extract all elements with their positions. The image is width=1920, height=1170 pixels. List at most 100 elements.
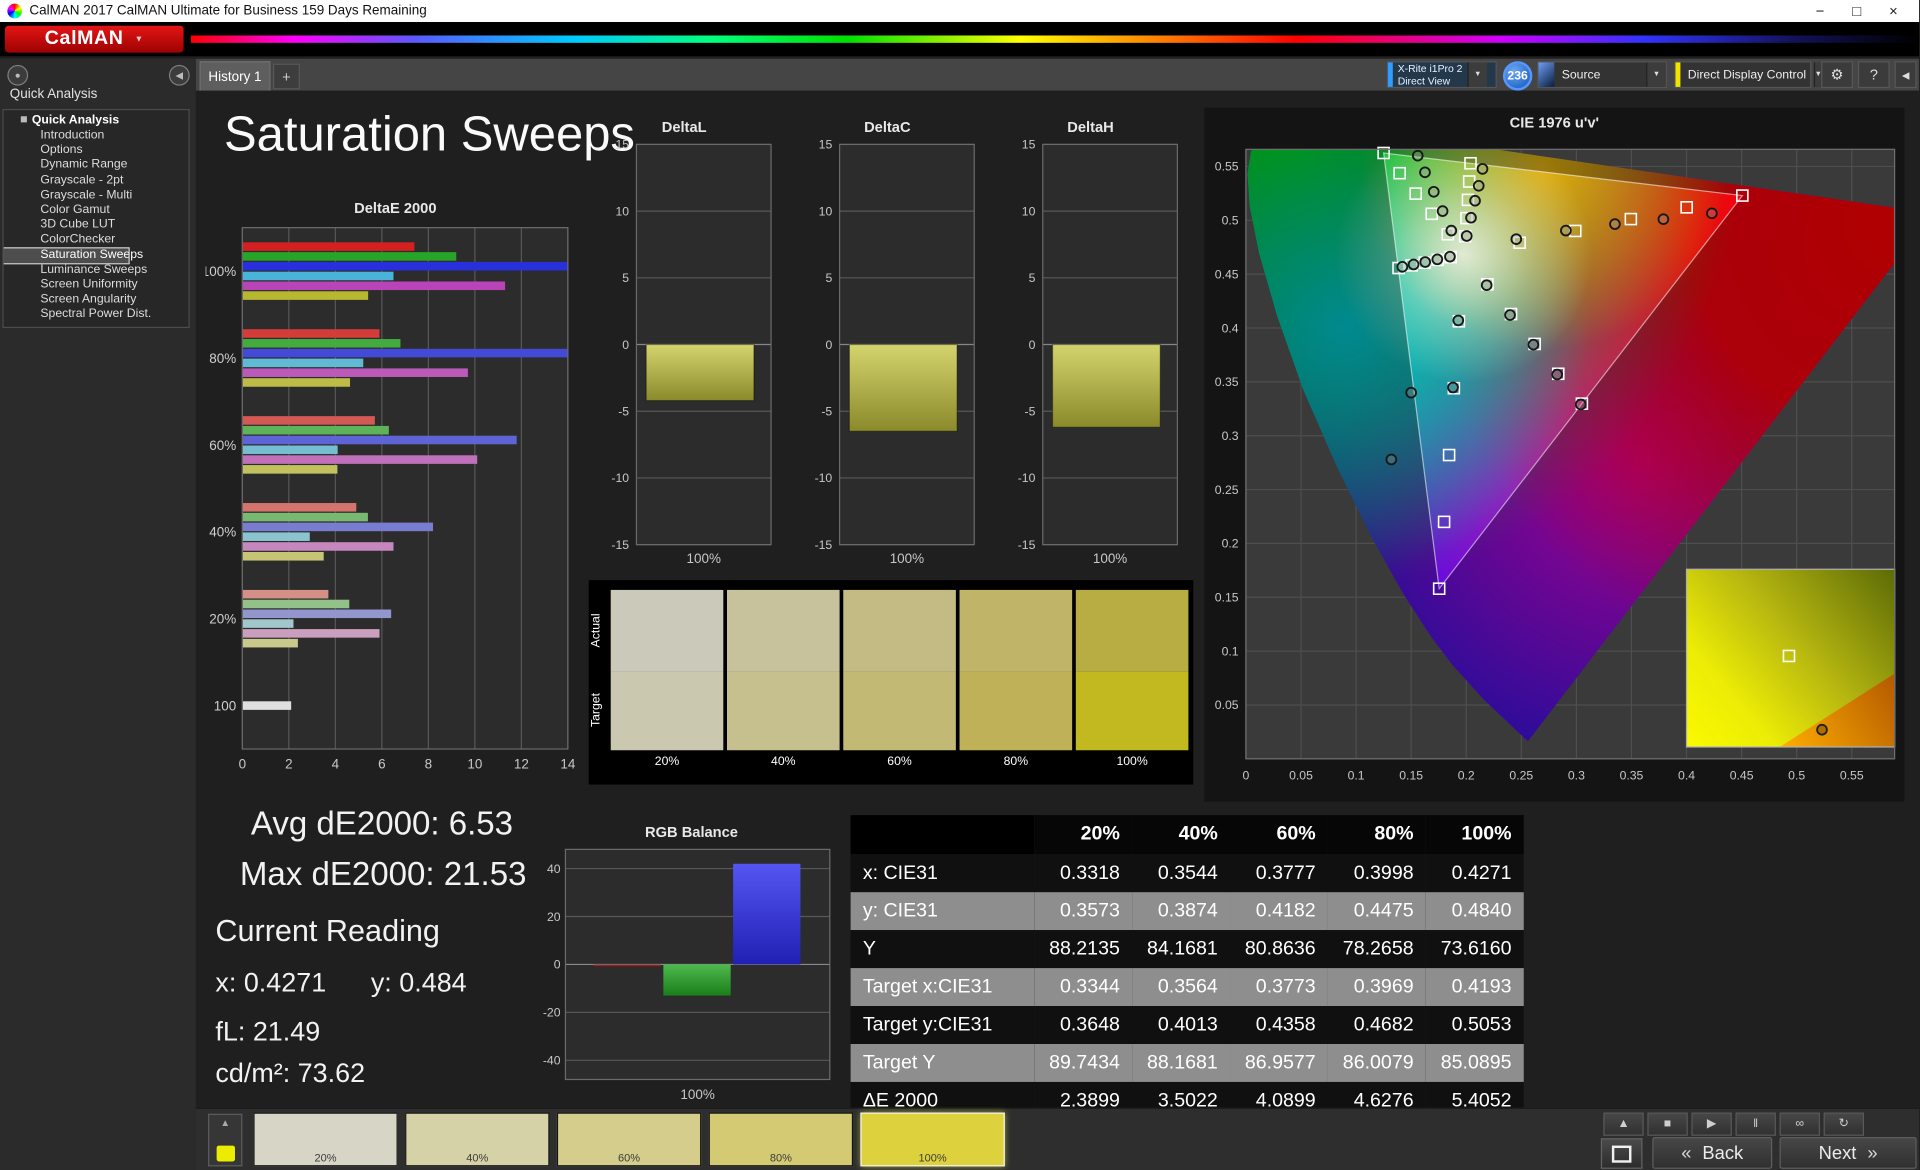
tab-history-1[interactable]: History 1 [199,61,271,91]
svg-text:40: 40 [547,862,561,876]
saturation-level-button-100[interactable]: 100% [860,1112,1005,1167]
eject-icon: ▲ [220,1117,231,1129]
measured-marker [1480,279,1493,291]
table-row-target-y: Target Y 89.7434 88.1681 86.9577 86.0079 85.0… [850,1043,1524,1082]
compare-swatch-100 [1075,589,1189,751]
chart-deltac: DeltaC 15 10 5 0 -5 -10 -15 100% [796,115,980,575]
measured-marker [1447,381,1459,394]
table-cell: 0.4682 [1353,1014,1414,1035]
saturation-level-button-80[interactable]: 80% [708,1112,854,1167]
pattern-window-button[interactable]: ▲ [208,1113,243,1167]
svg-text:40%: 40% [209,525,236,540]
eject-button[interactable]: ▲ [1603,1112,1644,1136]
sidebar-item-screen-uniformity[interactable]: Screen Uniformity [4,278,189,293]
refresh-button[interactable]: ↻ [1823,1112,1864,1136]
tab-bar: History 1 + X-Rite i1Pro 2 Direct View ▼… [195,58,1920,91]
table-cell: 0.4182 [1255,900,1316,921]
meter-line2: Direct View [1397,74,1451,87]
tree-root[interactable]: Quick Analysis [4,114,189,129]
sidebar-item-options[interactable]: Options [4,143,189,158]
panel-collapse-button[interactable]: ◀ [1894,61,1917,89]
window-titlebar: CalMAN 2017 CalMAN Ultimate for Business… [0,0,1920,23]
measured-marker [1396,260,1409,273]
table-cell: 0.4013 [1157,1014,1218,1035]
sidebar-item-grayscale-2pt[interactable]: Grayscale - 2pt [4,173,189,188]
play-button[interactable]: ▶ [1691,1112,1732,1136]
swatch-label: 40% [771,755,796,769]
table-row-y-cie31: y: CIE31 0.3573 0.3874 0.4182 0.4475 0.4840 [850,892,1524,931]
calman-app: CalMAN 2017 CalMAN Ultimate for Business… [0,0,1920,1170]
measured-marker [1419,166,1431,179]
sidebar-item-grayscale-multi[interactable]: Grayscale - Multi [4,188,189,203]
table-cell: 0.3998 [1353,862,1414,884]
table-row-x-cie31: x: CIE31 0.3318 0.3544 0.3777 0.3998 0.4271 [850,854,1524,893]
measured-marker [1411,149,1424,162]
compare-swatch-20 [610,589,724,751]
svg-text:10: 10 [615,204,629,218]
sidebar-item-introduction[interactable]: Introduction [4,129,189,144]
svg-text:60%: 60% [209,438,236,453]
workflow-menu-button[interactable]: ● [7,64,29,86]
next-button[interactable]: Next » [1779,1137,1917,1169]
svg-text:0.55: 0.55 [1215,160,1239,174]
sidebar-item-color-gamut[interactable]: Color Gamut [4,203,189,218]
sidebar-item-luminance-sweeps[interactable]: Luminance Sweeps [4,263,189,278]
sidebar-item-3d-cube-lut[interactable]: 3D Cube LUT [4,218,189,233]
next-chevron-icon: » [1867,1142,1878,1164]
chart-svg: CIE 1976 u'v' 0 0.05 0.1 0.15 0.2 0.25 0.3 0.35 0… [1215,115,1896,783]
measured-marker [1445,224,1458,237]
table-cell: 86.9577 [1244,1051,1316,1073]
saturation-level-button-40[interactable]: 40% [405,1112,550,1167]
measured-marker [1436,205,1449,217]
loop-button[interactable]: ∞ [1779,1112,1820,1136]
table-row-target-y-cie31: Target y:CIE31 0.3648 0.4013 0.4358 0.4682 0.… [850,1006,1524,1044]
cie-zoom-inset [1685,568,1896,748]
saturation-level-button-60[interactable]: 60% [556,1112,702,1167]
sidebar-item-saturation-sweeps[interactable]: Saturation Sweeps [3,246,143,265]
back-button[interactable]: « Back [1652,1137,1773,1169]
stop-button[interactable]: ■ [1647,1112,1688,1136]
settings-button[interactable]: ⚙ [1821,61,1853,89]
column-header-20: 20% [1034,815,1133,855]
saturation-level-button-20[interactable]: 20% [253,1112,398,1167]
svg-text:80%: 80% [209,351,236,366]
single-measure-button[interactable] [1600,1138,1643,1169]
chevron-down-icon: ▼ [134,34,144,44]
svg-text:-10: -10 [815,471,833,485]
bar-blue-80 [242,348,568,358]
display-control-selector[interactable]: Direct Display Control ▼ [1674,61,1822,89]
table-cell: 0.3564 [1157,976,1218,997]
app-header: CalMAN ▼ [0,22,1920,57]
column-header-60: 60% [1230,815,1328,855]
maximize-button[interactable]: □ [1838,0,1875,22]
chevron-down-icon[interactable]: ▼ [1646,62,1666,87]
source-selector[interactable]: Source ▼ [1537,61,1667,89]
sidebar-item-dynamic-range[interactable]: Dynamic Range [4,158,189,173]
bar-yellow-80 [242,378,351,387]
measured-marker [1527,338,1540,351]
chart-svg: DeltaL 15 10 5 0 -5 -10 -15 100% [611,120,772,566]
table-cell: 86.0079 [1342,1051,1414,1073]
sidebar-collapse-button[interactable]: ◀ [168,64,190,86]
measured-marker [1431,253,1444,266]
swatch-button-label: 20% [314,1151,337,1164]
help-button[interactable]: ? [1857,61,1890,89]
svg-text:5: 5 [825,271,832,285]
svg-text:6: 6 [378,757,385,772]
sidebar-item-colorchecker[interactable]: ColorChecker [4,233,189,248]
calman-logo-menu[interactable]: CalMAN ▼ [4,25,184,53]
sidebar-item-spectral-power-dist[interactable]: Spectral Power Dist. [4,308,189,323]
meter-selector[interactable]: X-Rite i1Pro 2 Direct View ▼ [1386,61,1497,89]
bar-blue-40 [242,522,434,532]
minimize-button[interactable]: − [1802,0,1839,22]
svg-text:0.15: 0.15 [1215,591,1239,605]
sidebar-item-screen-angularity[interactable]: Screen Angularity [4,293,189,308]
add-tab-button[interactable]: + [272,63,300,90]
svg-text:0.55: 0.55 [1840,769,1864,783]
close-button[interactable]: × [1875,0,1912,22]
bar-blue [733,863,801,965]
table-cell: 0.4271 [1451,862,1512,884]
collapse-left-icon: ◀ [175,69,184,81]
chevron-down-icon[interactable]: ▼ [1467,62,1487,87]
pause-button[interactable]: ‖ [1735,1112,1776,1136]
